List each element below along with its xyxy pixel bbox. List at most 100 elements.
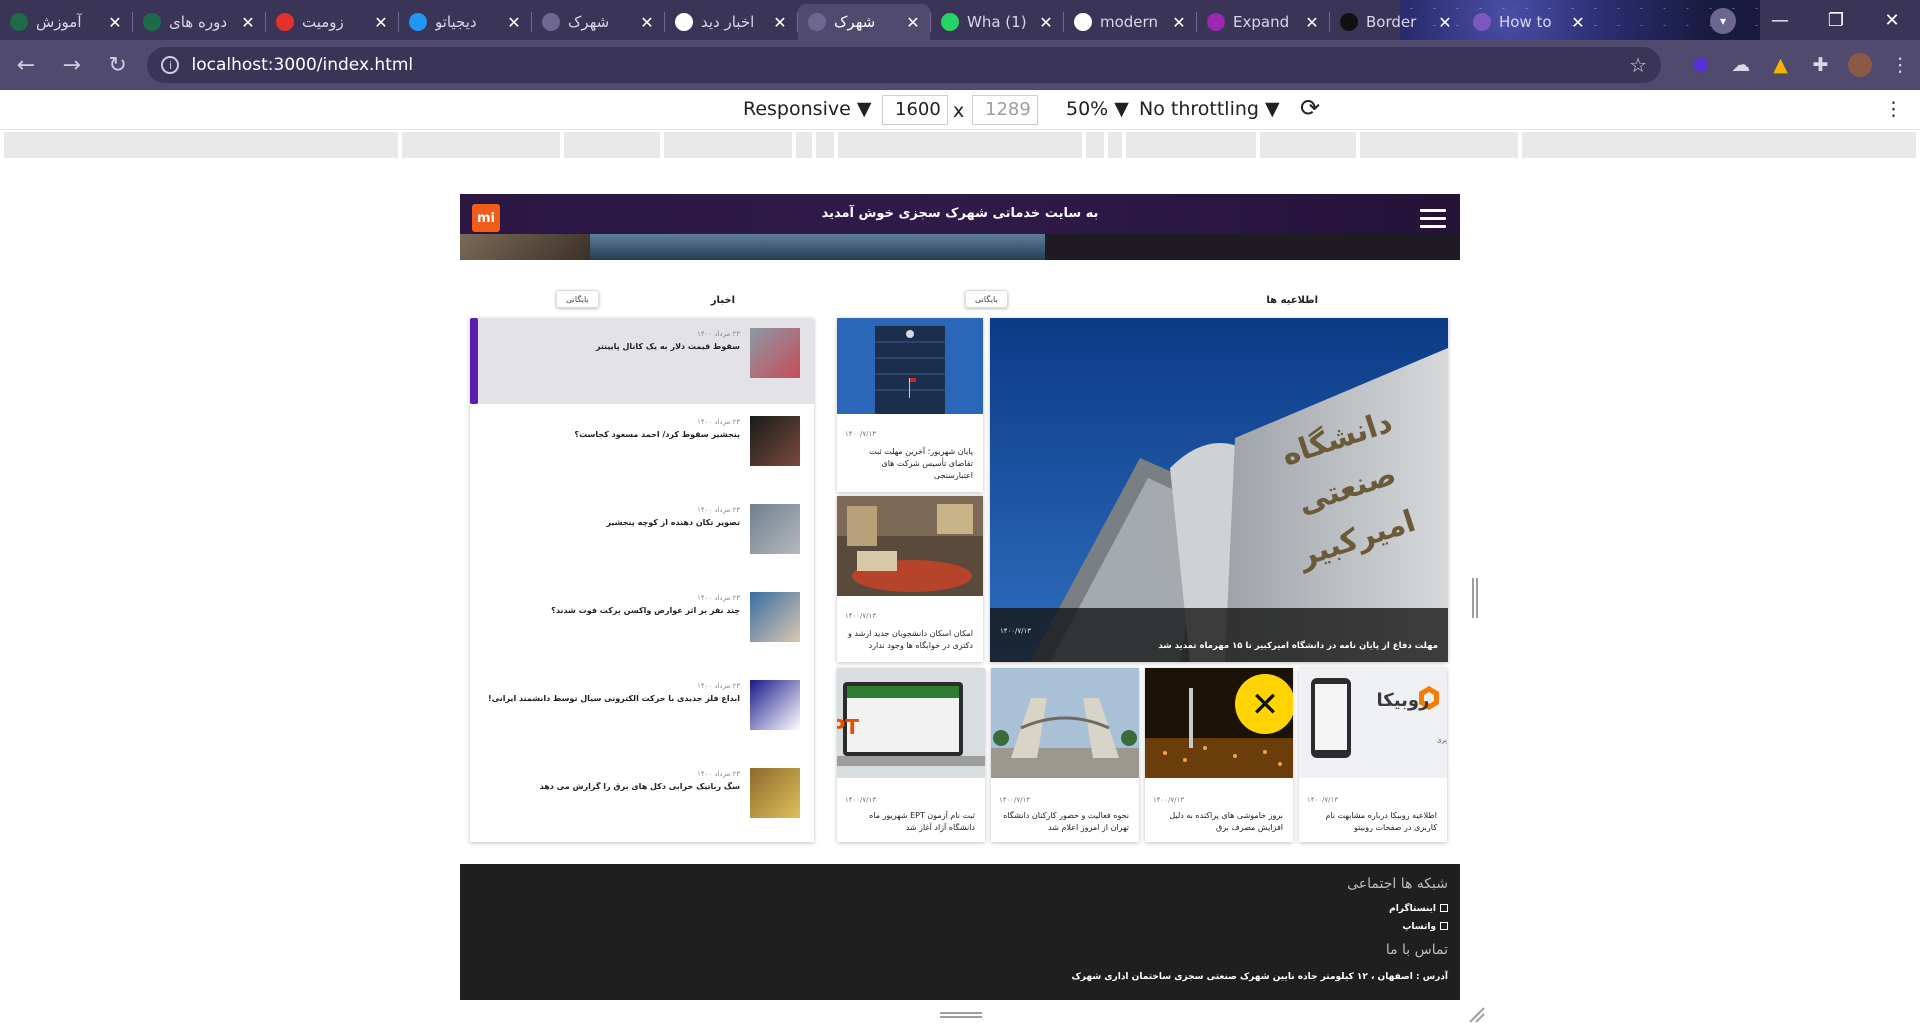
rubika-logo-text: روبیکا [1377, 690, 1430, 711]
viewport-resize-handle-right[interactable] [1472, 578, 1478, 618]
close-tab-icon[interactable]: ✕ [1170, 13, 1188, 32]
profile-avatar[interactable] [1840, 45, 1880, 85]
address-text: آدرس : اصفهان ، ۱۲ کیلومتر جاده نایین شه… [1071, 972, 1448, 982]
device-select[interactable]: Responsive ▼ [743, 98, 871, 120]
close-window-button[interactable]: ✕ [1864, 0, 1920, 40]
close-tab-icon[interactable]: ✕ [638, 13, 656, 32]
digiato-icon [409, 13, 427, 31]
rotate-icon[interactable]: ⟳ [1300, 94, 1320, 122]
globe-icon [808, 13, 826, 31]
announcement-card[interactable]: ۱۴۰۰/۷/۱۳ نحوه فعالیت و حضور کارکنان دان… [991, 668, 1139, 842]
media-query-bar[interactable] [0, 132, 1920, 158]
browser-tab[interactable]: اخبار دید ✕ [665, 4, 797, 40]
browser-tab[interactable]: دوره های ✕ [133, 4, 265, 40]
university-gate-thumb-image [991, 668, 1139, 778]
close-tab-icon[interactable]: ✕ [372, 13, 390, 32]
close-tab-icon[interactable]: ✕ [1436, 13, 1454, 32]
viewport-resize-corner-icon[interactable] [1468, 1006, 1486, 1024]
course-icon [143, 13, 161, 31]
extension-hexagon-icon[interactable]: ⬢ [1681, 45, 1721, 85]
card-caption: نحوه فعالیت و حضور کارکنان دانشگاه تهران… [1003, 811, 1129, 832]
extensions-puzzle-icon[interactable]: ✚ [1801, 45, 1841, 85]
viewport-resize-handle-bottom[interactable] [940, 1012, 982, 1018]
browser-tab[interactable]: Expand ✕ [1197, 4, 1329, 40]
browser-tab[interactable]: دیجیاتو ✕ [399, 4, 531, 40]
announcements-archive-button[interactable]: بایگانی [965, 290, 1008, 308]
announcement-card[interactable]: ✕ ۱۴۰۰/۷/۱۳ بروز خاموشی های پراکنده به د… [1145, 668, 1293, 842]
bank-building-image [837, 318, 983, 414]
news-thumbnail [750, 416, 800, 466]
feature-date: ۱۴۰۰/۷/۱۳ [1000, 627, 1032, 635]
minimize-button[interactable]: — [1752, 0, 1808, 40]
card-caption: بروز خاموشی های پراکنده به دلیل افزایش م… [1169, 811, 1283, 832]
featured-announcement-card[interactable]: دانشگاه صنعتی امیرکبیر ۱۴۰۰/۷/۱۳ مهلت دف… [990, 318, 1448, 662]
browser-menu-icon[interactable]: ⋮ [1880, 45, 1920, 85]
news-date: ۲۳ مرداد ۱۴۰۰ [697, 506, 740, 514]
address-bar[interactable]: i localhost:3000/index.html ☆ [147, 47, 1662, 83]
info-icon[interactable]: i [161, 56, 180, 74]
window-controls: — ❐ ✕ [1752, 0, 1920, 40]
news-item[interactable]: ۲۳ مرداد ۱۴۰۰ سگ رباتیک خرابی دکل های برق… [470, 758, 814, 844]
close-tab-icon[interactable]: ✕ [1303, 13, 1321, 32]
extension-drive-icon[interactable]: ▲ [1761, 45, 1801, 85]
more-options-icon[interactable]: ⋮ [1884, 98, 1903, 120]
back-button[interactable]: ← [6, 45, 46, 85]
announcement-card[interactable]: ۱۴۰۰/۷/۱۳ پایان شهریور؛ آخرین مهلت ثبت ت… [837, 318, 983, 492]
news-archive-button[interactable]: بایگانی [556, 290, 599, 308]
card-date: ۱۴۰۰/۷/۱۳ [999, 796, 1031, 804]
tab-title: modern [1100, 13, 1158, 31]
restore-button[interactable]: ❐ [1808, 0, 1864, 40]
card-date: ۱۴۰۰/۷/۱۳ [845, 612, 877, 620]
whatsapp-link[interactable]: واتساپ [1402, 922, 1448, 932]
news-item[interactable]: ۲۳ مرداد ۱۴۰۰ چند نفر بر اثر عوارض واکسن … [470, 582, 814, 668]
close-tab-icon[interactable]: ✕ [1037, 13, 1055, 32]
browser-tab[interactable]: modern ✕ [1064, 4, 1196, 40]
url-text[interactable]: localhost:3000/index.html [191, 55, 1629, 75]
close-tab-icon[interactable]: ✕ [239, 13, 257, 32]
close-tab-icon[interactable]: ✕ [106, 13, 124, 32]
announcement-card[interactable]: ۱۴۰۰/۷/۱۳ امکان اسکان دانشجویان جدید ارش… [837, 496, 983, 662]
device-label: Responsive [743, 98, 851, 120]
browser-tab[interactable]: How to ✕ [1463, 4, 1595, 40]
extension-cloud-icon[interactable]: ☁ [1721, 45, 1761, 85]
close-tab-icon[interactable]: ✕ [771, 13, 789, 32]
ept-text: EPT [837, 715, 859, 739]
announcement-card[interactable]: EPT ۱۴۰۰/۷/۱۳ ثبت نام آزمون EPT شهریور م… [837, 668, 985, 842]
news-date: ۲۳ مرداد ۱۴۰۰ [697, 770, 740, 778]
close-tab-icon[interactable]: ✕ [904, 13, 922, 32]
width-input[interactable]: 1600 [882, 95, 948, 125]
close-tab-icon[interactable]: ✕ [1569, 13, 1587, 32]
close-tab-icon[interactable]: ✕ [505, 13, 523, 32]
google-icon [1074, 13, 1092, 31]
browser-tab[interactable]: زومیت ✕ [266, 4, 398, 40]
tab-search-icon[interactable]: ▾ [1710, 8, 1736, 34]
browser-tab[interactable]: شهرک ✕ [798, 4, 930, 40]
announcement-card[interactable]: روبیکا اطلاعیه رسمی روبیکا پیرامون فرآین… [1299, 668, 1447, 842]
browser-tab[interactable]: آموزش ✕ [0, 4, 132, 40]
instagram-label: اینستاگرام [1389, 904, 1436, 914]
browser-tab[interactable]: Border ✕ [1330, 4, 1462, 40]
news-item[interactable]: ۲۳ مرداد ۱۴۰۰ سقوط قیمت دلار به یک کانال … [470, 318, 814, 404]
forward-button[interactable]: → [52, 45, 92, 85]
news-item[interactable]: ۲۳ مرداد ۱۴۰۰ ابداع فلز جدیدی با حرکت الک… [470, 670, 814, 756]
header-banner-image [460, 234, 1460, 260]
news-item[interactable]: ۲۳ مرداد ۱۴۰۰ تصویر تکان دهنده از کوچه پن… [470, 494, 814, 580]
tabs: آموزش ✕ دوره های ✕ زومیت ✕ دیجیاتو ✕ شهرک ✕ اخبار … [0, 4, 1595, 40]
zoom-select[interactable]: 50% ▼ [1066, 98, 1129, 120]
svg-text:✕: ✕ [1251, 685, 1280, 725]
site-footer: شبکه ها اجتماعی اینستاگرام واتساپ تماس ب… [460, 864, 1460, 1000]
browser-tab[interactable]: شهرک ✕ [532, 4, 664, 40]
throttling-select[interactable]: No throttling ▼ [1139, 98, 1280, 120]
news-item[interactable]: ۲۳ مرداد ۱۴۰۰ پنجشیر سقوط کرد/ احمد مسعود… [470, 406, 814, 492]
hamburger-menu-icon[interactable] [1420, 209, 1446, 229]
browser-tab[interactable]: (1) Wha ✕ [931, 4, 1063, 40]
instagram-link[interactable]: اینستاگرام [1389, 904, 1448, 914]
social-networks-heading: شبکه ها اجتماعی [1347, 876, 1448, 892]
card-caption: پایان شهریور؛ آخرین مهلت ثبت تقاضای تأسی… [869, 447, 973, 480]
reload-button[interactable]: ↻ [98, 45, 138, 85]
bookmark-star-icon[interactable]: ☆ [1629, 53, 1647, 77]
news-title: چند نفر بر اثر عوارض واکسن برکت فوت شدند… [551, 606, 740, 615]
contact-heading: تماس با ما [1385, 942, 1448, 958]
arrow-left-icon: ← [16, 52, 36, 78]
height-input[interactable]: 1289 [972, 95, 1038, 125]
